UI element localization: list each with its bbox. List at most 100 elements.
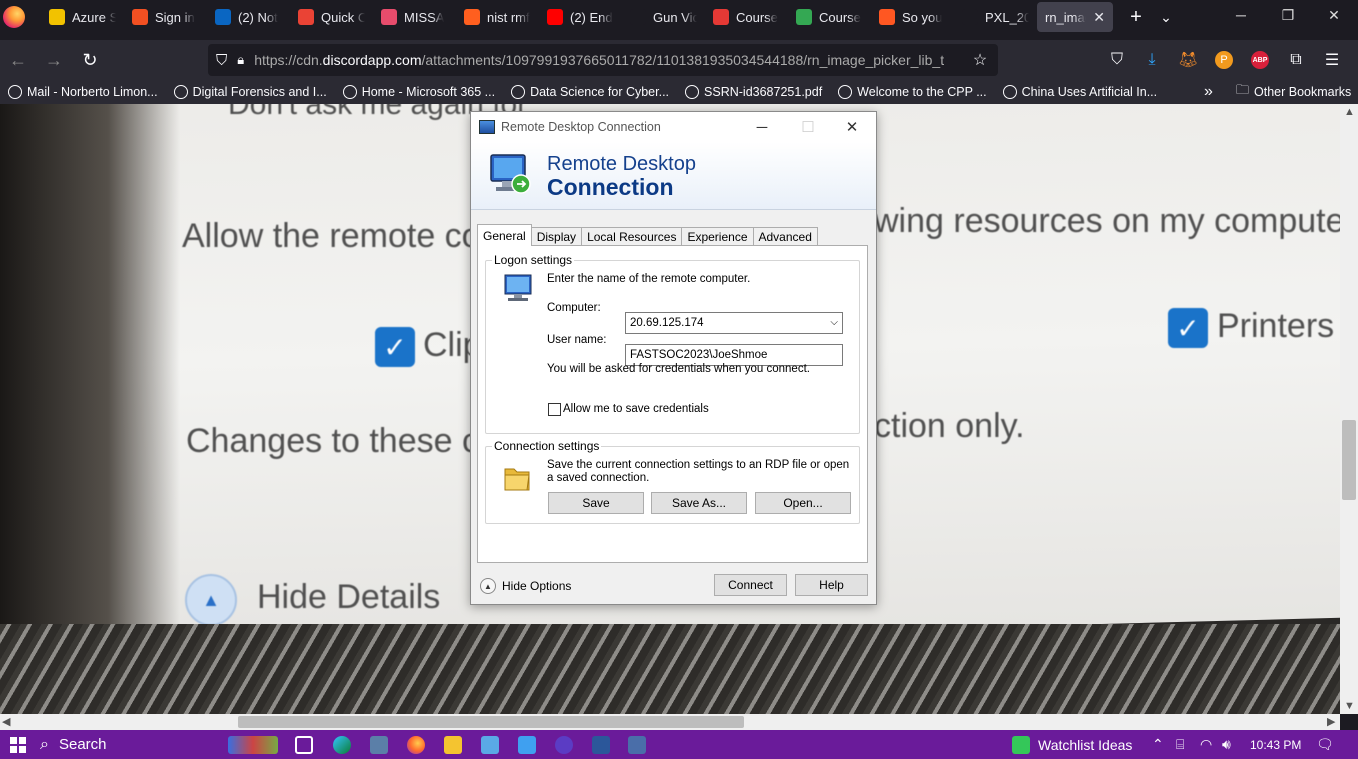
bookmark-star-icon[interactable]: ☆ [968, 48, 992, 72]
save-button[interactable]: Save [548, 492, 644, 514]
search-highlight-icon[interactable] [228, 736, 278, 754]
back-arrow-icon[interactable]: ← [0, 50, 36, 71]
browser-tab[interactable]: (2) End [539, 0, 622, 34]
tab-display[interactable]: Display [530, 227, 583, 246]
browser-tab[interactable]: So you [871, 0, 954, 34]
browser-tab[interactable]: Gun Violen [622, 0, 705, 34]
computer-label: Computer: [547, 302, 601, 314]
browser-tab[interactable]: MISSA [373, 0, 456, 34]
browser-tab[interactable]: rn_image ✕ [1037, 2, 1113, 32]
linkedin-icon [215, 9, 231, 25]
chevron-down-icon[interactable]: ⌵ [830, 317, 838, 328]
firefox-logo-icon[interactable] [3, 6, 25, 28]
forward-arrow-icon[interactable]: → [36, 50, 72, 71]
bookmark-item[interactable]: Digital Forensics and I... [166, 85, 335, 99]
adblock-icon[interactable]: ABP [1248, 48, 1272, 72]
file-explorer-icon[interactable] [444, 736, 462, 754]
device-icon[interactable]: ⌸ [1176, 736, 1184, 753]
bookmark-label: Digital Forensics and I... [192, 85, 327, 99]
dialog-maximize-button: ☐ [801, 119, 815, 136]
bookmark-item[interactable]: Welcome to the CPP ... [830, 85, 994, 99]
extension-p-icon[interactable]: P [1212, 48, 1236, 72]
game-controller-icon[interactable] [555, 736, 573, 754]
menu-hamburger-icon[interactable]: ☰ [1320, 48, 1344, 72]
browser-tab[interactable]: nist rmf [456, 0, 539, 34]
blank-icon [962, 9, 978, 25]
allow-save-credentials-checkbox[interactable] [548, 403, 561, 416]
open-button[interactable]: Open... [755, 492, 851, 514]
connect-button[interactable]: Connect [714, 574, 787, 596]
start-button[interactable] [0, 730, 36, 759]
tab-advanced[interactable]: Advanced [752, 227, 818, 246]
new-tab-button[interactable]: + [1121, 6, 1151, 29]
s-icon [1002, 85, 1017, 99]
firefox-taskbar-icon[interactable] [407, 736, 425, 754]
wifi-icon[interactable]: ◠ [1200, 736, 1212, 753]
bookmark-item[interactable]: China Uses Artificial In... [995, 85, 1165, 99]
save-as-button[interactable]: Save As... [651, 492, 747, 514]
notifications-icon[interactable]: 🗨︎ [1316, 736, 1334, 753]
horizontal-scroll-thumb[interactable] [238, 716, 744, 728]
system-clock[interactable]: 10:43 PM [1250, 730, 1301, 759]
browser-tab[interactable]: Course [705, 0, 788, 34]
browser-tab[interactable]: Quick C [290, 0, 373, 34]
loading-icon [713, 9, 729, 25]
restore-window-button[interactable]: ❐ [1265, 0, 1311, 30]
browser-tab[interactable]: Azure S [41, 0, 124, 34]
bookmark-item[interactable]: Data Science for Cyber... [503, 85, 677, 99]
volume-icon[interactable]: 🔊︎ [1222, 736, 1231, 753]
close-window-button[interactable]: ✕ [1311, 0, 1357, 30]
tracking-shield-icon[interactable]: ⛉ [216, 52, 227, 69]
watchlist-widget[interactable]: Watchlist Ideas [1012, 730, 1132, 759]
bookmarks-bar: Mail - Norberto Limon... Digital Forensic… [0, 80, 1358, 104]
other-bookmarks[interactable]: 🗀 Other Bookmarks [1228, 81, 1358, 103]
remote-desktop-taskbar-icon[interactable] [370, 736, 388, 754]
word-icon[interactable] [592, 736, 610, 754]
scroll-right-icon[interactable]: ▶ [1327, 715, 1335, 728]
username-label: User name: [547, 334, 607, 346]
notepad-icon[interactable] [481, 736, 499, 754]
task-view-icon[interactable] [295, 736, 313, 754]
bookmarks-overflow-icon[interactable]: » [1204, 83, 1213, 101]
minimize-window-button[interactable]: ─ [1218, 0, 1264, 30]
clock-time: 10:43 PM [1250, 737, 1302, 752]
tab-label: Azure S [72, 9, 116, 25]
close-tab-icon[interactable]: ✕ [1093, 9, 1105, 26]
tab-general[interactable]: General [477, 224, 532, 246]
download-icon[interactable]: ⤓ [1140, 48, 1164, 72]
bookmark-icon [879, 9, 895, 25]
edge-icon[interactable] [333, 736, 351, 754]
dialog-minimize-button[interactable]: ─ [739, 112, 785, 142]
vertical-scrollbar[interactable] [1340, 104, 1358, 714]
browser-tab[interactable]: PXL_20230 [954, 0, 1037, 34]
allow-save-credentials-label[interactable]: Allow me to save credentials [563, 403, 709, 415]
remote-desktop-active-icon[interactable] [628, 736, 646, 754]
pocket-icon[interactable]: ⛉ [1105, 48, 1129, 72]
browser-tab[interactable]: (2) Not [207, 0, 290, 34]
browser-tab[interactable]: Sign in [124, 0, 207, 34]
calendar-icon[interactable] [518, 736, 536, 754]
show-hidden-icons-chevron-icon[interactable]: ⌃ [1152, 736, 1164, 753]
dialog-close-button[interactable]: ✕ [829, 112, 875, 142]
scroll-down-icon[interactable]: ▼ [1344, 700, 1355, 712]
bookmark-item[interactable]: Mail - Norberto Limon... [0, 85, 166, 99]
hide-options-button[interactable]: ▲ Hide Options [480, 578, 571, 594]
list-all-tabs-button[interactable]: ⌄ [1151, 9, 1181, 26]
metamask-icon[interactable]: 🦊︎ [1176, 48, 1200, 72]
computer-combobox[interactable]: 20.69.125.174 ⌵ [625, 312, 843, 334]
help-button[interactable]: Help [795, 574, 868, 596]
extensions-puzzle-icon[interactable]: ⧉ [1284, 48, 1308, 72]
url-bar[interactable]: ⛉ 🔒︎ https://cdn.discordapp.com/attachme… [208, 44, 998, 76]
scroll-up-icon[interactable]: ▲ [1344, 106, 1355, 118]
tab-label: (2) End [570, 9, 613, 25]
browser-tab[interactable]: Course [788, 0, 871, 34]
tab-local-resources[interactable]: Local Resources [581, 227, 683, 246]
url-text[interactable]: https://cdn.discordapp.com/attachments/1… [254, 52, 944, 68]
bookmark-item[interactable]: SSRN-id3687251.pdf [677, 85, 830, 99]
vertical-scroll-thumb[interactable] [1342, 420, 1356, 500]
lock-icon[interactable]: 🔒︎ [237, 52, 244, 68]
tab-experience[interactable]: Experience [681, 227, 754, 246]
reload-icon[interactable]: ↻ [72, 50, 108, 71]
bookmark-item[interactable]: Home - Microsoft 365 ... [335, 85, 503, 99]
scroll-left-icon[interactable]: ◀ [2, 715, 10, 728]
